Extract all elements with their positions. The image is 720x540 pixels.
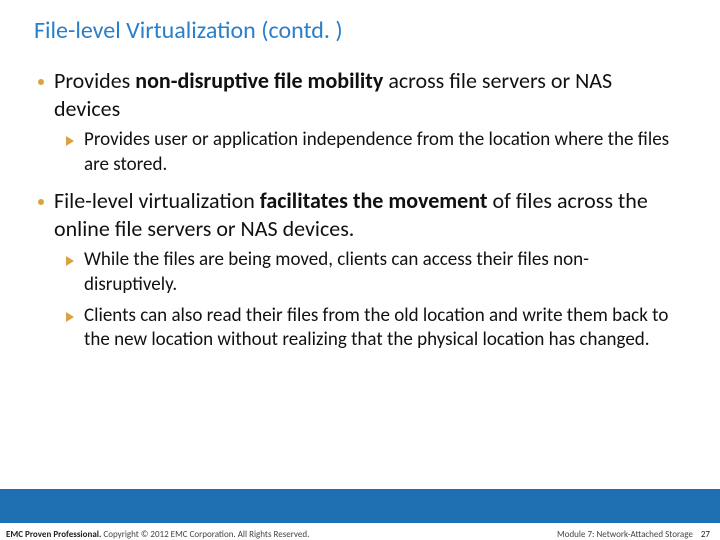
footer-bar <box>0 489 720 523</box>
bullet-level2: Clients can also read their files from t… <box>66 304 682 353</box>
footer: EMC Proven Professional. Copyright © 201… <box>0 523 720 540</box>
footer-module: Module 7: Network-Attached Storage <box>557 529 693 540</box>
bullet-text: Clients can also read their files from t… <box>84 304 682 353</box>
footer-right: Module 7: Network-Attached Storage 27 <box>557 529 710 540</box>
bullet-triangle-icon <box>66 136 74 146</box>
bullet-level1: File-level virtualization facilitates th… <box>38 187 682 242</box>
slide-content: Provides non-disruptive file mobility ac… <box>0 59 720 489</box>
text-bold: facilitates the movement <box>260 187 488 214</box>
bullet-dot-icon <box>38 79 44 85</box>
bullet-text: Provides non-disruptive file mobility ac… <box>54 67 682 122</box>
bullet-level2: While the files are being moved, clients… <box>66 248 682 297</box>
footer-brand: EMC Proven Professional. <box>6 529 101 540</box>
footer-left: EMC Proven Professional. Copyright © 201… <box>6 529 309 540</box>
bullet-level2: Provides user or application independenc… <box>66 128 682 177</box>
text-pre: File-level virtualization <box>54 187 260 214</box>
bullet-triangle-icon <box>66 312 74 322</box>
footer-copyright: Copyright © 2012 EMC Corporation. All Ri… <box>101 529 309 540</box>
bullet-triangle-icon <box>66 256 74 266</box>
bullet-text: While the files are being moved, clients… <box>84 248 682 297</box>
bullet-dot-icon <box>38 199 44 205</box>
text-bold: non-disruptive file mobility <box>135 67 383 94</box>
bullet-text: Provides user or application independenc… <box>84 128 682 177</box>
slide: File-level Virtualization (contd. ) Prov… <box>0 0 720 540</box>
bullet-level1: Provides non-disruptive file mobility ac… <box>38 67 682 122</box>
text-pre: Provides <box>54 67 135 94</box>
page-number: 27 <box>701 529 710 540</box>
slide-title: File-level Virtualization (contd. ) <box>0 0 720 59</box>
bullet-text: File-level virtualization facilitates th… <box>54 187 682 242</box>
